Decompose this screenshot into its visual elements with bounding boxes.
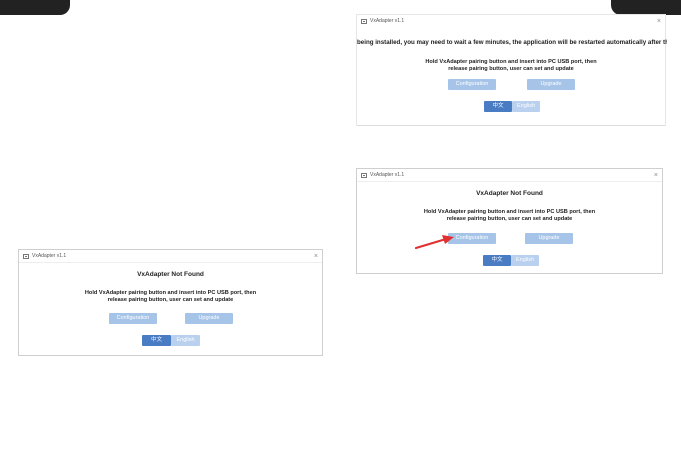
language-chinese-button[interactable]: 中文 [484, 101, 512, 112]
window-title: VxAdapter v1.1 [370, 172, 405, 178]
close-icon[interactable]: × [314, 253, 318, 260]
app-icon [23, 253, 29, 259]
instruction-line-2: release pairing button, user can set and… [107, 297, 234, 303]
upgrade-button[interactable]: Upgrade [185, 313, 233, 324]
instruction-line-1: Hold VxAdapter pairing button and insert… [423, 209, 596, 215]
window-title: VxAdapter v1.1 [32, 253, 67, 259]
app-icon [361, 18, 367, 24]
install-message: being installed, you may need to wait a … [357, 39, 667, 46]
configuration-button[interactable]: Configuration [448, 79, 496, 90]
status-heading: VxAdapter Not Found [137, 271, 204, 278]
upgrade-button[interactable]: Upgrade [527, 79, 575, 90]
status-heading: VxAdapter Not Found [476, 190, 543, 197]
language-chinese-button[interactable]: 中文 [142, 335, 171, 346]
middle-right-window: VxAdapter v1.1 × VxAdapter Not Found Hol… [356, 168, 663, 274]
configuration-button[interactable]: Configuration [109, 313, 157, 324]
upgrade-button[interactable]: Upgrade [525, 233, 573, 244]
close-icon[interactable]: × [657, 18, 661, 25]
title-bar: VxAdapter v1.1 × [357, 15, 665, 27]
instruction-line-2: release pairing button, user can set and… [446, 216, 573, 222]
title-bar: VxAdapter v1.1 × [19, 250, 322, 263]
close-icon[interactable]: × [654, 172, 658, 179]
instruction-line-1: Hold VxAdapter pairing button and insert… [84, 290, 257, 296]
title-bar: VxAdapter v1.1 × [357, 169, 662, 182]
window-bottom-border [357, 125, 665, 126]
language-english-button[interactable]: English [511, 255, 539, 266]
top-right-window: VxAdapter v1.1 × being installed, you ma… [356, 14, 667, 126]
window-title: VxAdapter v1.1 [370, 18, 405, 24]
instruction-line-1: Hold VxAdapter pairing button and insert… [425, 59, 597, 65]
language-english-button[interactable]: English [512, 101, 540, 112]
instruction-line-2: release pairing button, user can set and… [448, 66, 574, 72]
red-arrow-icon [414, 235, 454, 250]
page-corner-left [0, 0, 70, 15]
app-icon [361, 172, 367, 178]
left-window: VxAdapter v1.1 × VxAdapter Not Found Hol… [18, 249, 323, 356]
language-chinese-button[interactable]: 中文 [483, 255, 511, 266]
language-english-button[interactable]: English [171, 335, 200, 346]
page-corner-right [611, 0, 681, 15]
